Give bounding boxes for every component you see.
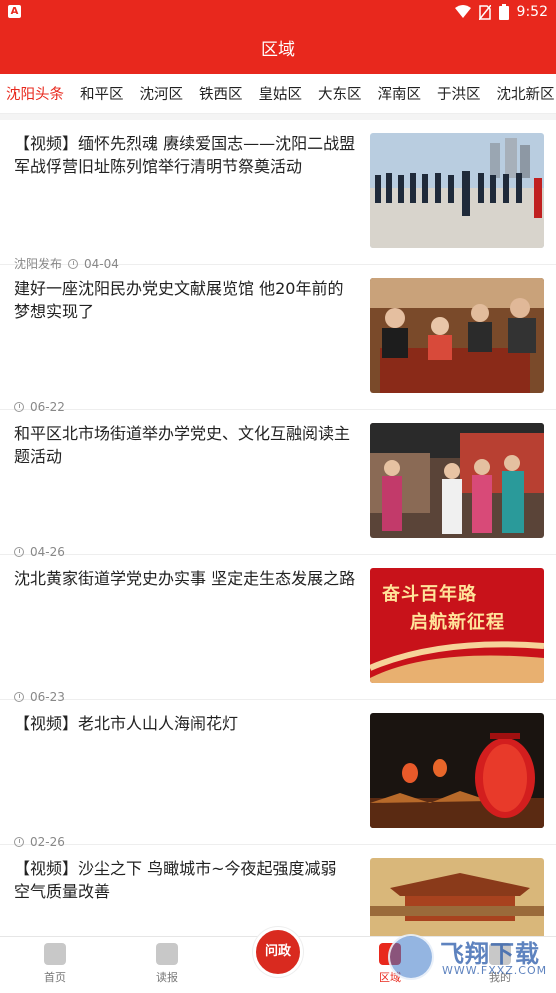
app-notification-icon: A	[8, 5, 21, 18]
article-thumbnail	[370, 423, 544, 538]
tab-shenhe[interactable]: 沈河区	[140, 83, 184, 104]
article-thumbnail	[370, 278, 544, 393]
article-title: 【视频】沙尘之下 鸟瞰城市~今夜起强度减弱 空气质量改善	[14, 859, 337, 901]
status-time: 9:52	[516, 4, 548, 20]
article-thumbnail	[370, 858, 544, 936]
nav-read-paper[interactable]: 读报	[137, 943, 197, 985]
tab-heping[interactable]: 和平区	[80, 83, 124, 104]
list-item[interactable]: 建好一座沈阳民办党史文献展览馆 他20年前的梦想实现了 06-22	[0, 265, 556, 414]
tab-shenbei[interactable]: 沈北新区	[497, 83, 555, 104]
site-watermark: 飞翔下载 WWW.FXXZ.COM	[388, 930, 548, 980]
list-item[interactable]: 【视频】沙尘之下 鸟瞰城市~今夜起强度减弱 空气质量改善	[0, 845, 556, 936]
watermark-logo-icon	[388, 934, 434, 980]
article-title: 建好一座沈阳民办党史文献展览馆 他20年前的梦想实现了	[14, 279, 344, 321]
battery-icon	[498, 4, 509, 20]
article-title: 和平区北市场街道举办学党史、文化互融阅读主题活动	[14, 424, 351, 466]
thumb-caption-1: 奋斗百年路	[382, 584, 477, 605]
nav-home-label: 首页	[44, 971, 66, 984]
nav-home[interactable]: 首页	[25, 943, 85, 985]
list-item[interactable]: 【视频】缅怀先烈魂 赓续爱国志——沈阳二战盟军战俘营旧址陈列馆举行清明节祭奠活动…	[0, 120, 556, 271]
newspaper-icon	[156, 943, 178, 965]
status-bar: A 9:52	[0, 0, 556, 24]
page-title: 区域	[261, 40, 295, 60]
article-thumbnail: 奋斗百年路 启航新征程	[370, 568, 544, 683]
tab-yuhong[interactable]: 于洪区	[437, 83, 481, 104]
list-item[interactable]: 【视频】老北市人山人海闹花灯 02-26	[0, 700, 556, 849]
home-icon	[44, 943, 66, 965]
list-item[interactable]: 和平区北市场街道举办学党史、文化互融阅读主题活动 04-26	[0, 410, 556, 559]
article-thumbnail	[370, 713, 544, 828]
article-title: 【视频】缅怀先烈魂 赓续爱国志——沈阳二战盟军战俘营旧址陈列馆举行清明节祭奠活动	[14, 134, 356, 176]
tab-dadong[interactable]: 大东区	[318, 83, 362, 104]
nav-read-label: 读报	[156, 971, 178, 984]
article-title: 【视频】老北市人山人海闹花灯	[14, 714, 239, 733]
ask-government-button[interactable]: 问政	[253, 927, 303, 977]
app-header: A 9:52 区域	[0, 0, 556, 74]
wifi-icon	[454, 5, 471, 18]
tab-shenyang-headlines[interactable]: 沈阳头条	[6, 83, 64, 104]
region-tabs: 沈阳头条 和平区 沈河区 铁西区 皇姑区 大东区 浑南区 于洪区 沈北新区	[0, 74, 556, 114]
tab-huanggu[interactable]: 皇姑区	[259, 83, 303, 104]
article-title: 沈北黄家街道学党史办实事 坚定走生态发展之路	[14, 569, 356, 588]
watermark-url: WWW.FXXZ.COM	[442, 964, 548, 977]
no-sim-icon	[478, 4, 491, 20]
article-thumbnail	[370, 133, 544, 248]
article-list: 【视频】缅怀先烈魂 赓续爱国志——沈阳二战盟军战俘营旧址陈列馆举行清明节祭奠活动…	[0, 120, 556, 936]
tab-hunnan[interactable]: 浑南区	[378, 83, 422, 104]
list-item[interactable]: 沈北黄家街道学党史办实事 坚定走生态发展之路 06-23 奋斗百年路 启航新征程	[0, 555, 556, 704]
tab-tiexi[interactable]: 铁西区	[199, 83, 243, 104]
